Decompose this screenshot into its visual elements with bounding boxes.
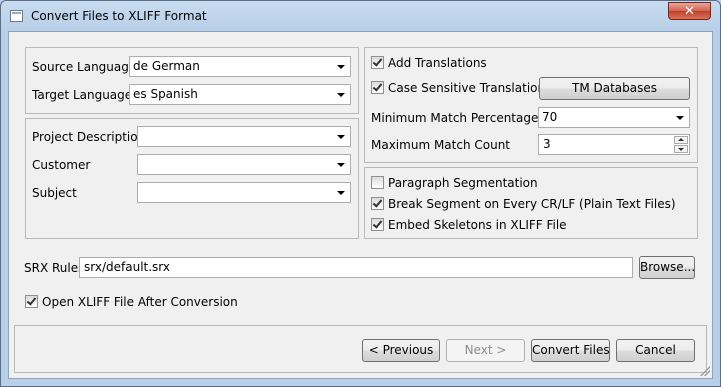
break-segment-checkbox[interactable]: Break Segment on Every CR/LF (Plain Text…	[371, 197, 676, 213]
target-language-select[interactable]: es Spanish	[129, 84, 351, 105]
open-xliff-checkbox[interactable]: Open XLIFF File After Conversion	[25, 295, 238, 311]
case-sensitive-label: Case Sensitive Translations	[388, 81, 552, 95]
next-button[interactable]: Next >	[446, 339, 525, 362]
open-xliff-label: Open XLIFF File After Conversion	[42, 295, 238, 309]
convert-files-button[interactable]: Convert Files	[531, 339, 610, 362]
title-bar[interactable]: Convert Files to XLIFF Format ✕	[1, 1, 720, 31]
checkbox-unchecked-icon	[371, 176, 384, 189]
customer-select[interactable]	[137, 154, 351, 175]
checkbox-checked-icon	[371, 56, 384, 69]
min-match-value: 70	[542, 110, 558, 124]
srx-rules-label: SRX Rules	[24, 261, 85, 275]
source-language-label: Source Language	[32, 60, 137, 74]
chevron-down-icon	[337, 163, 345, 167]
chevron-down-icon	[337, 135, 345, 139]
chevron-down-icon	[337, 65, 345, 69]
add-translations-label: Add Translations	[388, 56, 487, 70]
browse-button[interactable]: Browse...	[639, 256, 695, 279]
checkbox-checked-icon	[25, 295, 38, 308]
translations-group: Add Translations Case Sensitive Translat…	[364, 47, 698, 163]
source-language-select[interactable]: de German	[129, 56, 351, 77]
embed-skeletons-checkbox[interactable]: Embed Skeletons in XLIFF File	[371, 218, 567, 234]
max-count-spinner[interactable]: 3	[538, 134, 690, 155]
target-language-label: Target Language	[32, 88, 133, 102]
break-segment-label: Break Segment on Every CR/LF (Plain Text…	[388, 197, 676, 211]
max-count-label: Maximum Match Count	[371, 138, 511, 152]
source-language-value: de German	[133, 59, 200, 73]
paragraph-segmentation-checkbox[interactable]: Paragraph Segmentation	[371, 176, 538, 192]
spinner-up-icon[interactable]	[674, 136, 688, 144]
subject-label: Subject	[32, 186, 77, 200]
srx-rules-value: srx/default.srx	[84, 260, 171, 274]
dialog-window: Convert Files to XLIFF Format ✕ Source L…	[0, 0, 721, 387]
cancel-button[interactable]: Cancel	[616, 339, 695, 362]
window-icon	[10, 10, 23, 22]
previous-button[interactable]: < Previous	[362, 339, 440, 362]
spinner-buttons[interactable]	[674, 136, 688, 153]
project-description-select[interactable]	[137, 126, 351, 147]
language-group: Source Language de German Target Languag…	[25, 47, 359, 114]
tm-databases-button[interactable]: TM Databases	[539, 77, 690, 100]
checkbox-checked-icon	[371, 218, 384, 231]
chevron-down-icon	[337, 191, 345, 195]
customer-label: Customer	[32, 158, 91, 172]
segmentation-group: Paragraph Segmentation Break Segment on …	[364, 167, 698, 239]
project-group: Project Description Customer Subject	[25, 118, 359, 239]
subject-select[interactable]	[137, 182, 351, 203]
close-button[interactable]: ✕	[668, 2, 711, 20]
checkbox-checked-icon	[371, 197, 384, 210]
srx-rules-input[interactable]: srx/default.srx	[79, 257, 633, 278]
min-match-label: Minimum Match Percentage	[371, 111, 539, 125]
footer-group: < Previous Next > Convert Files Cancel	[14, 325, 707, 373]
project-description-label: Project Description	[32, 130, 146, 144]
max-count-value: 3	[543, 137, 551, 151]
checkbox-checked-icon	[371, 81, 384, 94]
chevron-down-icon	[676, 116, 684, 120]
resize-grip-icon[interactable]	[700, 366, 710, 376]
paragraph-segmentation-label: Paragraph Segmentation	[388, 176, 538, 190]
embed-skeletons-label: Embed Skeletons in XLIFF File	[388, 218, 567, 232]
chevron-down-icon	[337, 93, 345, 97]
add-translations-checkbox[interactable]: Add Translations	[371, 56, 487, 72]
case-sensitive-checkbox[interactable]: Case Sensitive Translations	[371, 81, 551, 97]
window-title: Convert Files to XLIFF Format	[31, 9, 207, 23]
target-language-value: es Spanish	[133, 87, 198, 101]
spinner-down-icon[interactable]	[674, 145, 688, 153]
min-match-select[interactable]: 70	[538, 107, 690, 128]
dialog-body: Source Language de German Target Languag…	[8, 31, 713, 379]
